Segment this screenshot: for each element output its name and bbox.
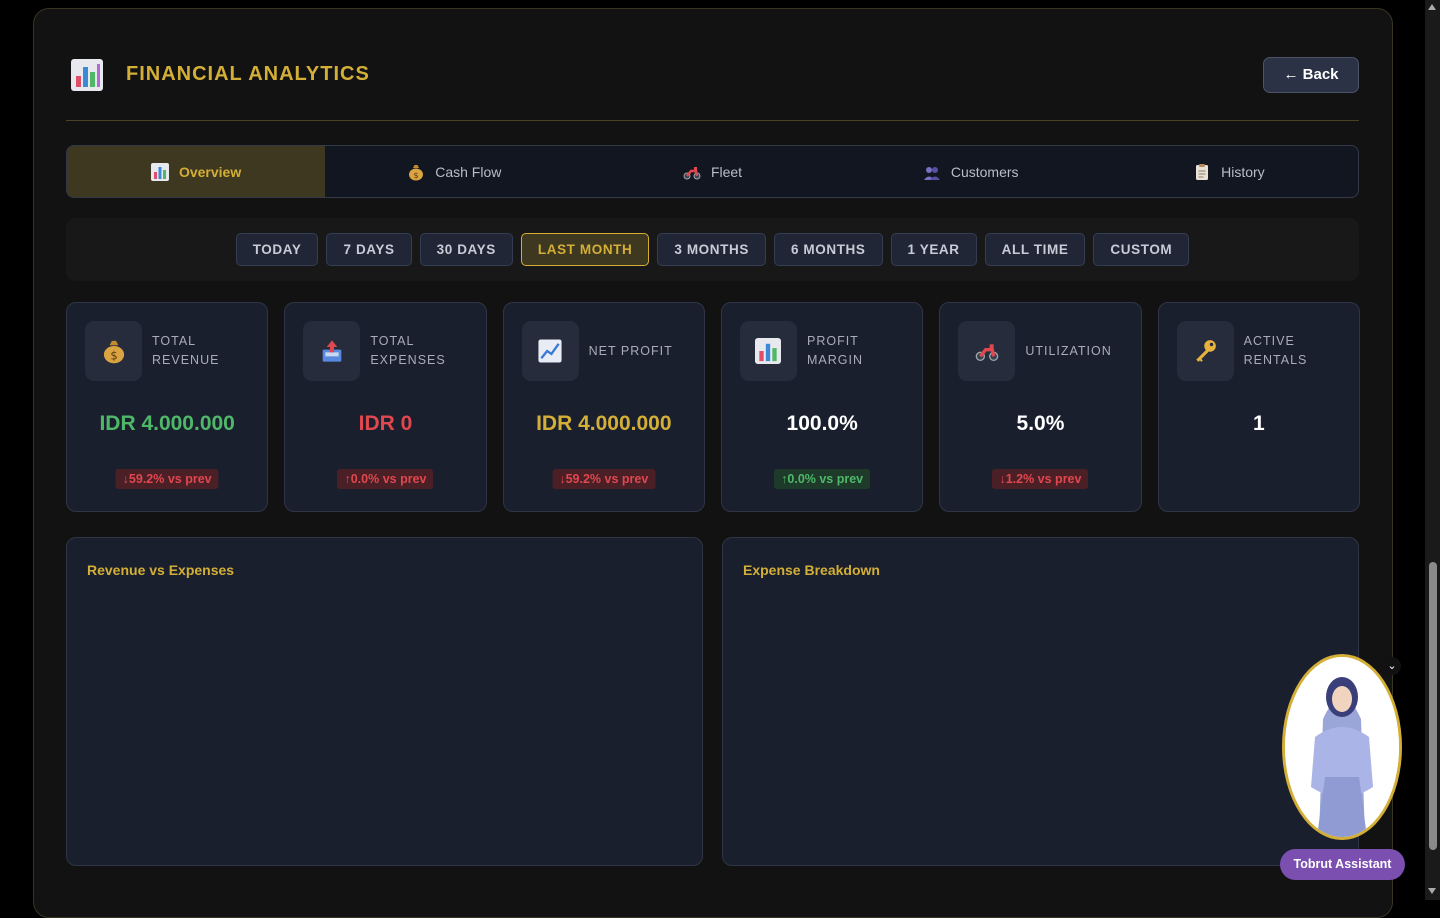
filter-all-time-button[interactable]: ALL TIME [984,233,1086,266]
filter-today-button[interactable]: TODAY [235,233,319,266]
svg-text:$: $ [110,349,117,363]
filter-7-days-button[interactable]: 7 DAYS [326,233,412,266]
kpi-value: IDR 4.000.000 [536,412,672,435]
assistant-avatar[interactable] [1282,654,1402,840]
filter-1-year-button[interactable]: 1 YEAR [890,233,977,266]
tab-fleet[interactable]: Fleet [583,146,841,197]
kpi-value: 1 [1252,412,1265,435]
svg-text:$: $ [414,171,419,180]
filter-30-days-button[interactable]: 30 DAYS [419,233,513,266]
tab-history[interactable]: History [1100,146,1358,197]
tab-label: Customers [950,163,1019,180]
revenue-vs-expenses-panel: Revenue vs Expenses [66,537,703,866]
kpi-card-active-rentals: ACTIVE RENTALS 1 [1157,302,1360,512]
scooter-icon [958,321,1016,381]
filter-last-month-button[interactable]: LAST MONTH [520,233,650,266]
bar-chart-icon [150,162,169,181]
page-header: FINANCIAL ANALYTICS ← Back [66,55,1359,121]
key-icon [1176,321,1234,381]
filter-custom-button[interactable]: CUSTOM [1093,233,1190,266]
tab-label: Overview [178,163,242,180]
kpi-label: PROFIT MARGIN [806,334,863,367]
money-bag-icon: $ [407,163,425,181]
expense-breakdown-panel: Expense Breakdown [722,537,1359,866]
kpi-card-net-profit: NET PROFIT IDR 4.000.000 ↓59.2% vs prev [502,302,705,512]
tab-bar: Overview $ Cash Flow Fleet Customers His… [66,145,1359,198]
kpi-card-total-expenses: TOTAL EXPENSES IDR 0 ↑0.0% vs prev [284,302,487,512]
clipboard-icon [1193,163,1211,181]
kpi-card-utilization: UTILIZATION 5.0% ↓1.2% vs prev [939,302,1142,512]
kpi-value: 5.0% [1016,412,1065,435]
chart-title: Expense Breakdown [743,562,880,578]
tab-cash-flow[interactable]: $ Cash Flow [325,146,583,197]
kpi-value: IDR 4.000.000 [99,412,235,435]
kpi-label: TOTAL REVENUE [152,334,220,367]
trend-up-icon [521,321,579,381]
kpi-delta-badge: ↓1.2% vs prev [992,469,1089,489]
collapse-chevron-icon[interactable]: ⌄ [1383,657,1401,675]
kpi-label: UTILIZATION [1025,343,1112,358]
scooter-icon [683,163,701,181]
tab-overview[interactable]: Overview [67,146,326,197]
tab-customers[interactable]: Customers [842,146,1100,197]
scroll-up-arrow-icon[interactable] [1428,4,1436,10]
kpi-value: 100.0% [786,412,858,435]
analytics-panel: FINANCIAL ANALYTICS ← Back Overview $ Ca… [33,8,1393,918]
scroll-down-arrow-icon[interactable] [1428,888,1436,894]
kpi-delta-badge: ↑0.0% vs prev [337,469,434,489]
kpi-delta-badge: ↓59.2% vs prev [552,469,656,489]
tab-label: Cash Flow [435,163,502,180]
kpi-value: IDR 0 [358,412,413,435]
kpi-label: NET PROFIT [588,343,673,358]
kpi-label: ACTIVE RENTALS [1243,334,1308,367]
date-range-filter-bar: TODAY 7 DAYS 30 DAYS LAST MONTH 3 MONTHS… [66,218,1359,281]
kpi-delta-badge: ↑0.0% vs prev [774,469,871,489]
back-button[interactable]: ← Back [1263,57,1359,93]
outbox-icon [303,321,361,381]
kpi-delta-badge: ↓59.2% vs prev [115,469,219,489]
people-icon [923,163,941,181]
tab-label: History [1221,163,1265,180]
page-title: FINANCIAL ANALYTICS [126,63,370,85]
kpi-cards: $ TOTAL REVENUE IDR 4.000.000 ↓59.2% vs … [66,302,1360,512]
filter-3-months-button[interactable]: 3 MONTHS [657,233,766,266]
chart-title: Revenue vs Expenses [87,562,235,578]
money-bag-icon: $ [85,321,142,381]
kpi-card-profit-margin: PROFIT MARGIN 100.0% ↑0.0% vs prev [720,302,924,512]
assistant-button[interactable]: Tobrut Assistant [1280,849,1405,880]
bar-chart-icon [70,58,104,92]
bar-chart-icon [739,321,797,381]
filter-6-months-button[interactable]: 6 MONTHS [773,233,883,266]
kpi-card-total-revenue: $ TOTAL REVENUE IDR 4.000.000 ↓59.2% vs … [66,302,269,512]
page-scrollbar[interactable] [1425,0,1440,900]
tab-label: Fleet [710,163,743,180]
scrollbar-thumb[interactable] [1429,562,1437,850]
kpi-label: TOTAL EXPENSES [370,334,446,367]
